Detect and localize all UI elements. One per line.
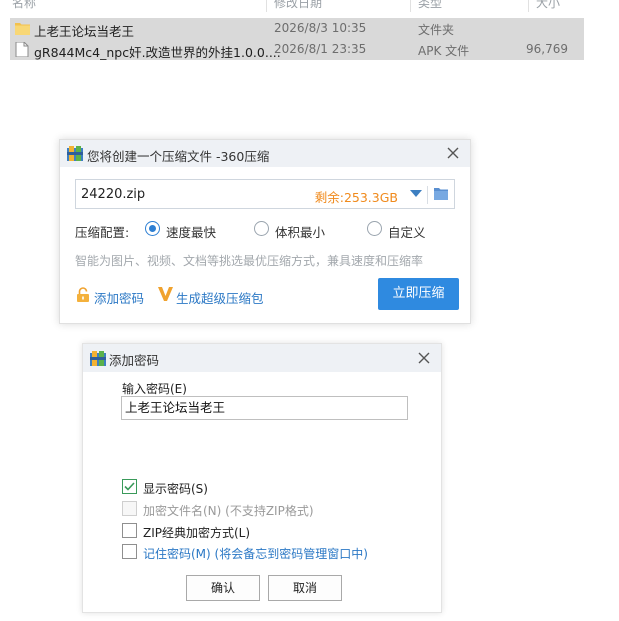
radio-label[interactable]: 速度最快 [166, 222, 216, 241]
archive-app-icon [67, 146, 83, 161]
file-size: 96,769 [526, 42, 568, 56]
radio-indicator[interactable] [367, 221, 382, 236]
file-row[interactable]: 上老王论坛当老王 2026/8/3 10:35 文件夹 [10, 18, 584, 39]
compress-now-button[interactable]: 立即压缩 [378, 278, 459, 310]
password-input[interactable]: 上老王论坛当老王 [121, 396, 408, 420]
archive-app-icon [90, 351, 106, 366]
field-separator [427, 186, 428, 204]
password-input-label: 输入密码(E) [122, 382, 187, 396]
file-type: 文件夹 [418, 23, 455, 37]
v-badge-icon [158, 287, 173, 301]
column-divider[interactable] [410, 0, 411, 12]
checkbox-label: 加密文件名(N) (不支持ZIP格式) [143, 504, 314, 518]
file-explorer-list: 名称 修改日期 类型 大小 上老王论坛当老王 2026/8/3 10:35 文件… [10, 0, 584, 62]
radio-label[interactable]: 体积最小 [275, 222, 325, 241]
archive-filename-field[interactable]: 24220.zip 剩余:253.3GB [75, 179, 455, 209]
column-divider[interactable] [266, 0, 267, 12]
checkbox-box[interactable] [122, 523, 137, 538]
checkmark-icon [124, 482, 135, 491]
column-header-date[interactable]: 修改日期 [274, 0, 322, 11]
file-name: 上老王论坛当老王 [34, 24, 135, 39]
checkbox-label[interactable]: 显示密码(S) [143, 480, 208, 497]
chevron-down-icon[interactable] [410, 190, 422, 198]
remaining-space: 剩余:253.3GB [314, 190, 398, 205]
checkbox-box[interactable] [122, 544, 137, 559]
checkbox-label[interactable]: ZIP经典加密方式(L) [143, 524, 250, 541]
apk-file-icon [15, 42, 29, 57]
close-icon[interactable] [444, 144, 462, 162]
file-date: 2026/8/3 10:35 [274, 21, 367, 35]
column-header-name[interactable]: 名称 [12, 0, 36, 11]
file-type: APK 文件 [418, 44, 470, 58]
cancel-button[interactable]: 取消 [268, 575, 342, 601]
dialog-titlebar[interactable]: 您将创建一个压缩文件 -360压缩 [60, 140, 470, 167]
dialog-titlebar[interactable]: 添加密码 [83, 344, 441, 372]
checkbox-box[interactable] [122, 479, 137, 494]
close-icon[interactable] [415, 349, 433, 367]
compress-config-label: 压缩配置: [75, 225, 130, 240]
checkbox-box [122, 501, 137, 516]
archive-filename[interactable]: 24220.zip [81, 187, 145, 202]
radio-indicator[interactable] [254, 221, 269, 236]
add-password-label[interactable]: 添加密码 [94, 288, 144, 307]
radio-label[interactable]: 自定义 [388, 222, 426, 241]
dialog-title: 添加密码 [109, 353, 160, 368]
file-name: gR844Mc4_npc奸.改造世界的外挂1.0.0.... [34, 45, 281, 60]
lock-icon [77, 287, 89, 302]
column-divider[interactable] [528, 0, 529, 12]
folder-icon [15, 23, 30, 35]
compress-dialog: 您将创建一个压缩文件 -360压缩 24220.zip 剩余:253.3GB 压… [59, 139, 471, 324]
super-pack-label[interactable]: 生成超级压缩包 [176, 288, 264, 307]
confirm-button[interactable]: 确认 [186, 575, 260, 601]
column-header-type[interactable]: 类型 [418, 0, 442, 11]
dialog-title: 您将创建一个压缩文件 -360压缩 [87, 149, 270, 164]
compress-hint-text: 智能为图片、视频、文档等挑选最优压缩方式，兼具速度和压缩率 [75, 254, 424, 268]
add-password-dialog: 添加密码 输入密码(E) 上老王论坛当老王 显示密码(S) 加密文件名(N) (… [82, 343, 442, 613]
column-header-size[interactable]: 大小 [536, 0, 560, 11]
file-date: 2026/8/1 23:35 [274, 42, 367, 56]
browse-folder-icon[interactable] [434, 187, 448, 200]
checkbox-label[interactable]: 记住密码(M) (将会备忘到密码管理窗口中) [143, 545, 368, 562]
column-header-row: 名称 修改日期 类型 大小 [10, 0, 584, 12]
radio-indicator[interactable] [145, 221, 160, 236]
file-row[interactable]: gR844Mc4_npc奸.改造世界的外挂1.0.0.... 2026/8/1 … [10, 39, 584, 60]
